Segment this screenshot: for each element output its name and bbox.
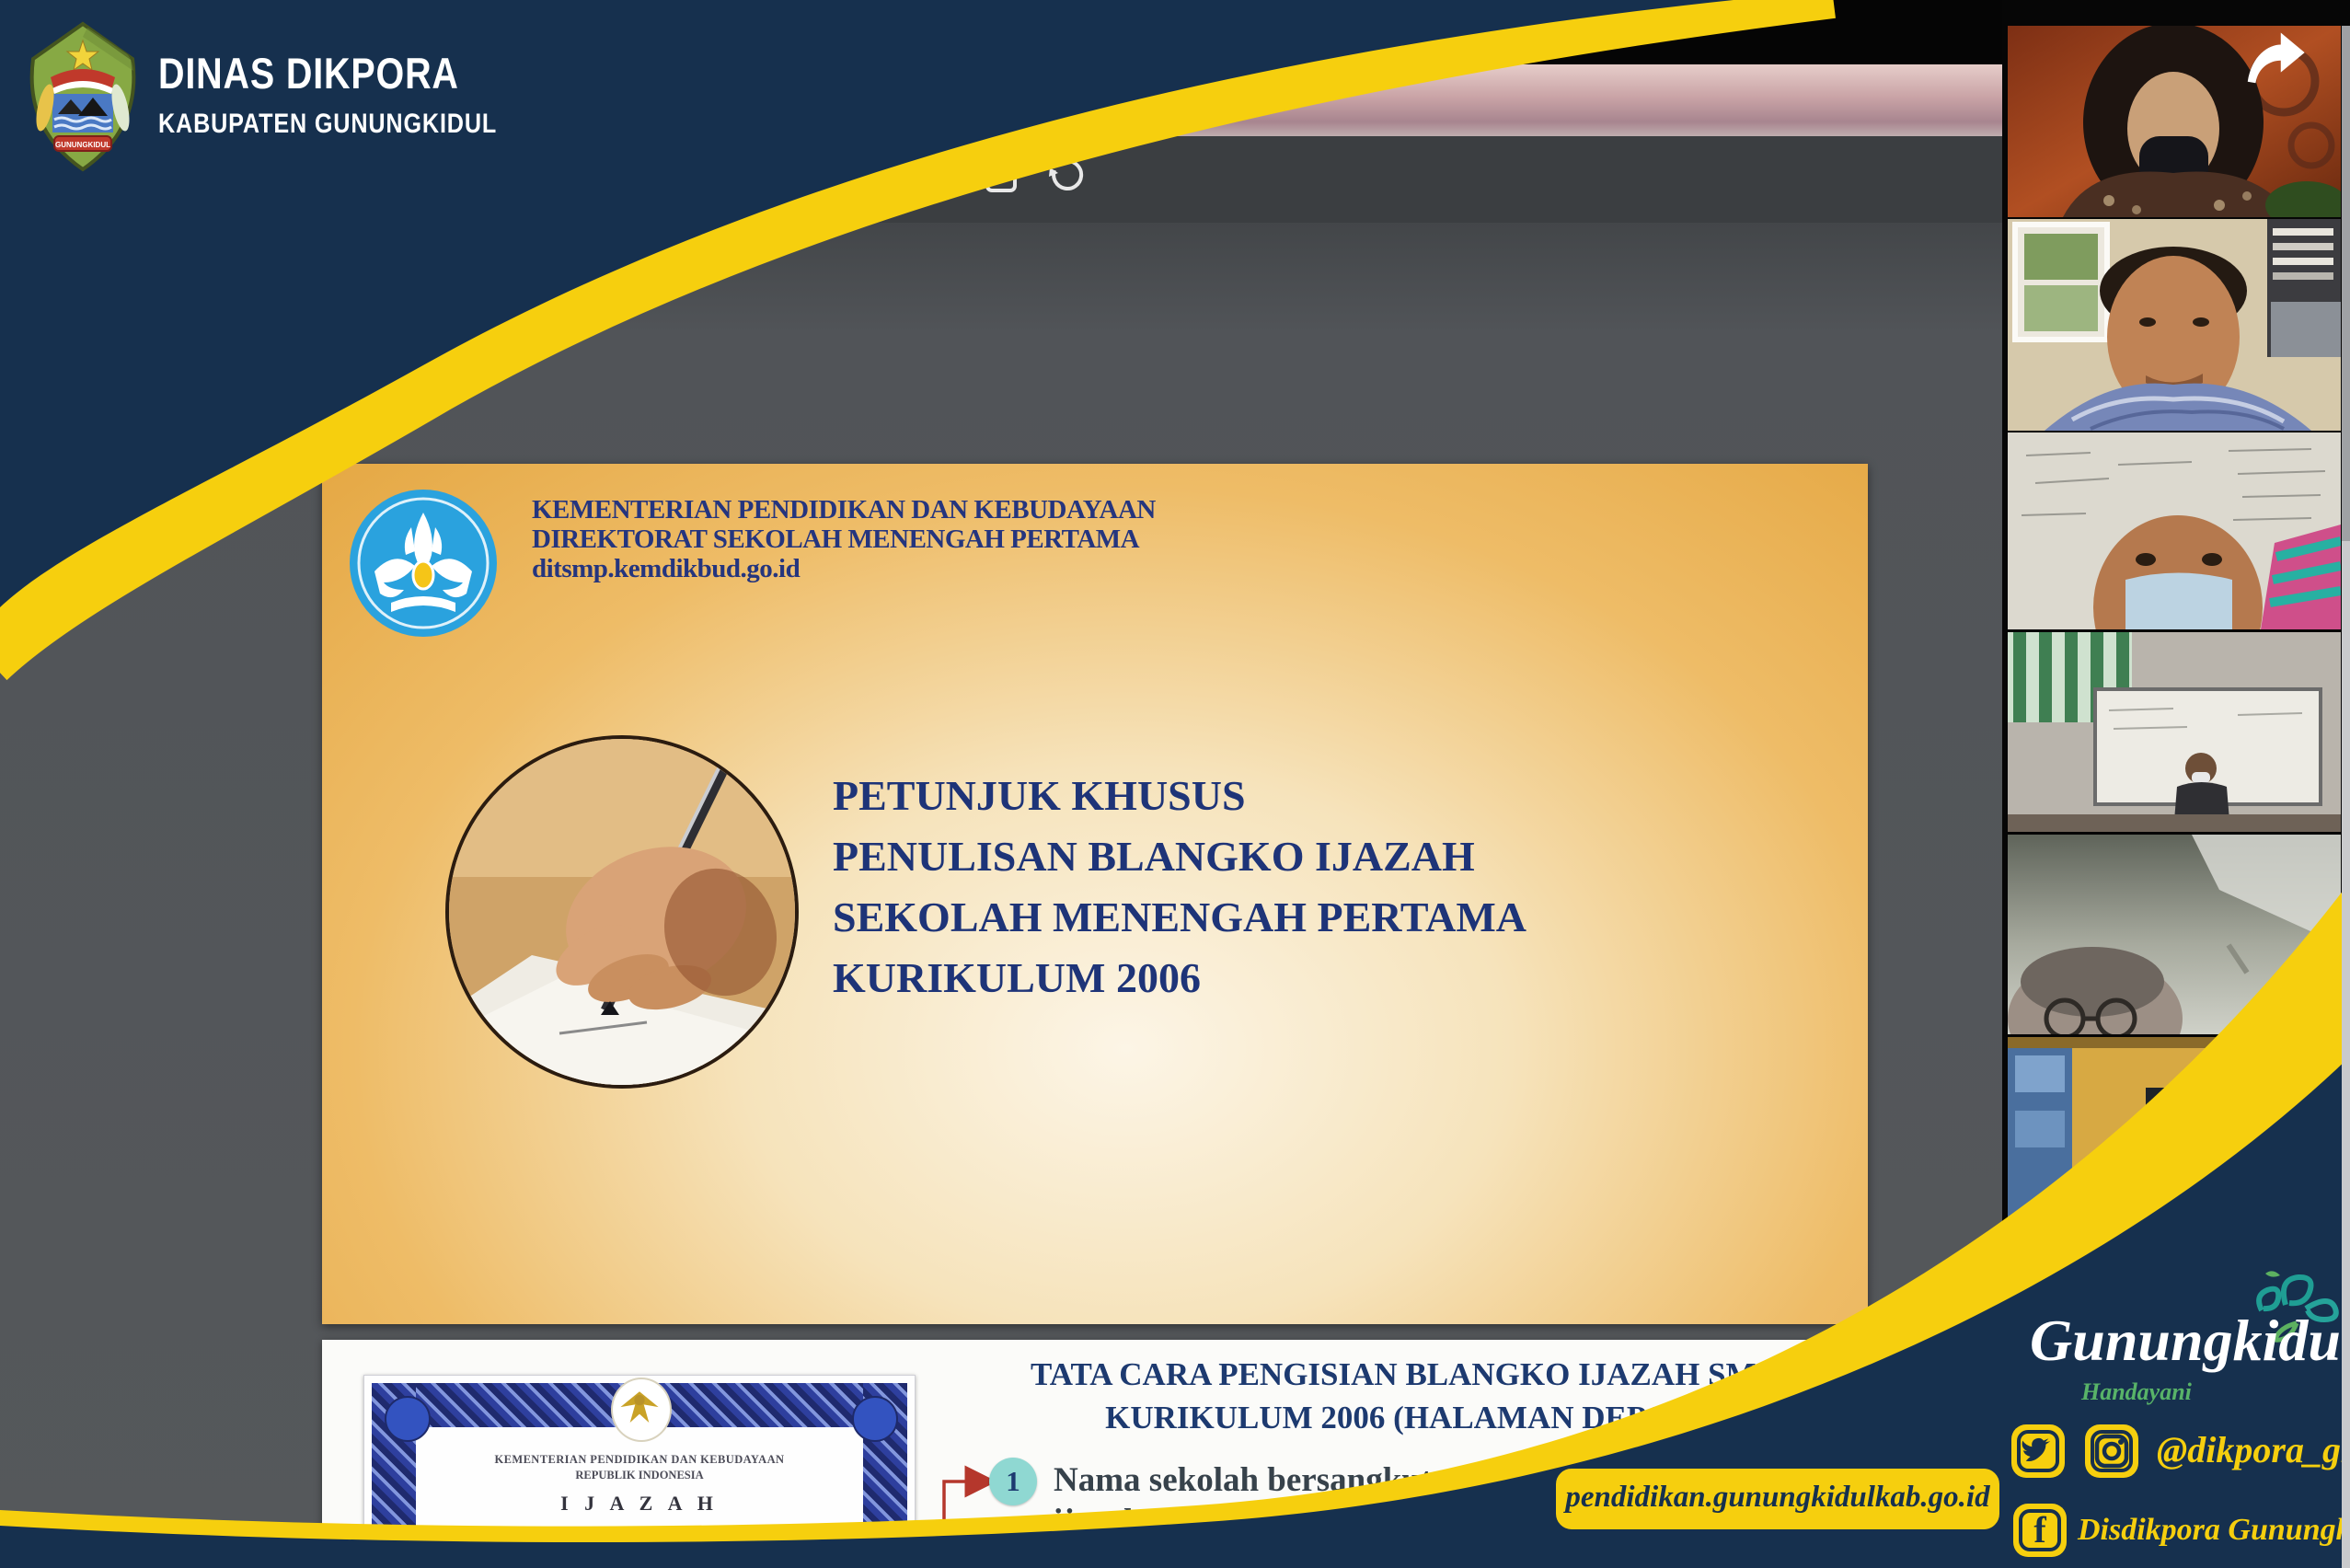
agency-name: DINAS DIKPORA bbox=[158, 48, 459, 98]
crest-banner-text: GUNUNGKIDUL bbox=[55, 141, 110, 149]
footer-tagline: Handayani bbox=[2081, 1378, 2192, 1406]
instagram-handle: @dikpora_gk bbox=[2157, 1428, 2350, 1471]
twitter-icon[interactable] bbox=[2011, 1424, 2065, 1478]
agency-region: KABUPATEN GUNUNGKIDUL bbox=[158, 109, 497, 140]
meeting-window: 12 / 55 − 100% + bbox=[0, 0, 2350, 1568]
window-scrollbar-thumb[interactable] bbox=[2342, 26, 2350, 541]
website-ribbon: pendidikan.gunungkidulkab.go.id bbox=[1553, 1466, 2002, 1532]
facebook-name: Disdikpora Gunungkidul bbox=[2078, 1513, 2350, 1548]
facebook-icon[interactable]: f bbox=[2013, 1504, 2067, 1557]
frame-overlay bbox=[0, 0, 2350, 1568]
gunungkidul-regency-crest: GUNUNGKIDUL bbox=[23, 20, 143, 175]
instagram-icon[interactable] bbox=[2085, 1424, 2138, 1478]
footer-brand: Gunungkidul bbox=[2030, 1307, 2350, 1375]
